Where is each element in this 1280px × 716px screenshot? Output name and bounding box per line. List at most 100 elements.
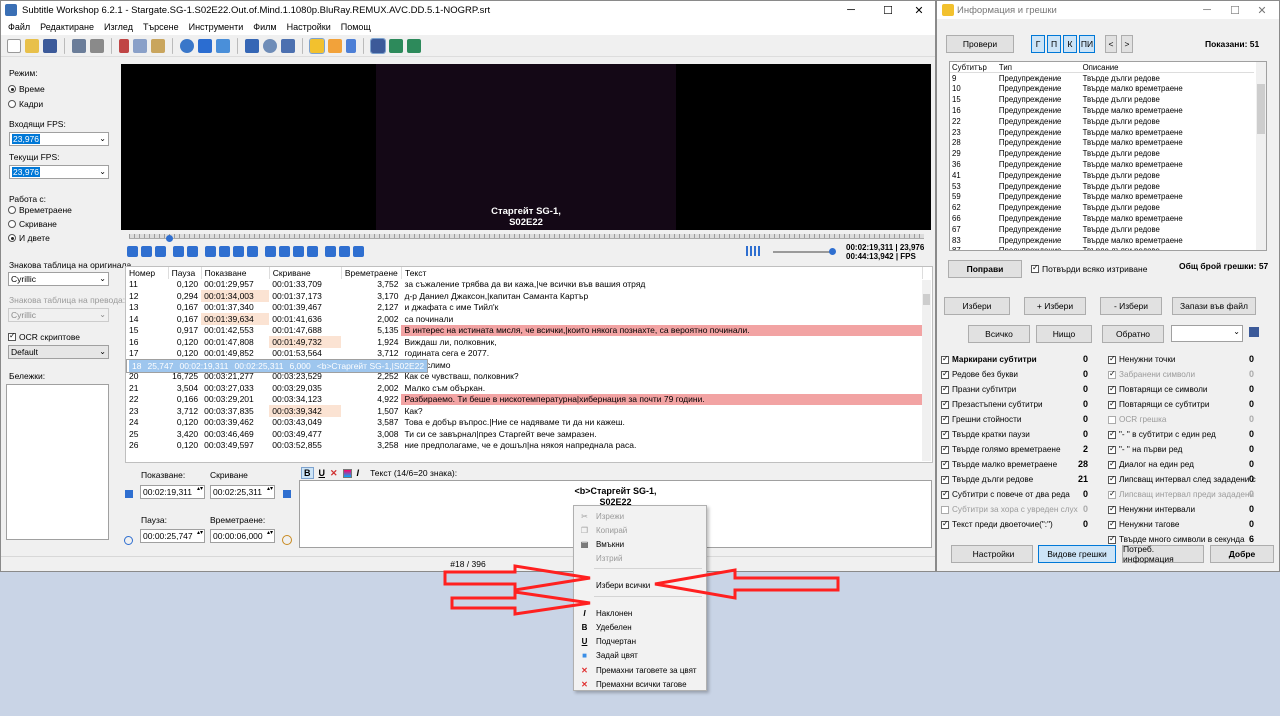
- info-icon[interactable]: [328, 38, 342, 53]
- table-row[interactable]: 13 0,167 00:01:37,340 00:01:39,467 2,127 и дж…: [126, 302, 923, 314]
- ok-button[interactable]: Добре: [1210, 545, 1274, 563]
- select-button[interactable]: Избери: [944, 297, 1010, 315]
- charset-original-select[interactable]: Cyrillic ⌄: [8, 272, 109, 286]
- menu-item[interactable]: Инструменти: [184, 22, 249, 32]
- table-row[interactable]: 16 0,120 00:01:47,808 00:01:49,732 1,924 Вижд…: [126, 336, 923, 348]
- mode-time-radio[interactable]: Време: [8, 84, 45, 94]
- error-type-checkbox[interactable]: Твърде кратки паузи: [941, 429, 1030, 439]
- bold-icon[interactable]: B: [301, 467, 314, 479]
- table-row[interactable]: 22 0,166 00:03:29,201 00:03:34,123 4,922 Разб…: [126, 393, 923, 405]
- minimize-button[interactable]: ─: [831, 1, 871, 19]
- error-row[interactable]: 41 Предупреждение Твърде дълги редове: [950, 170, 1254, 181]
- ocr-checkbox[interactable]: OCR скриптове: [8, 331, 80, 342]
- error-row[interactable]: 28 Предупреждение Твърде малко времетраене: [950, 138, 1254, 149]
- check-button[interactable]: Провери: [946, 35, 1014, 53]
- speed-1-icon[interactable]: [325, 246, 336, 257]
- video-seekbar[interactable]: [129, 234, 924, 239]
- paste-icon[interactable]: [151, 38, 165, 53]
- context-menu-item[interactable]: ▤ Вмъкни: [574, 538, 706, 551]
- close-button[interactable]: ✕: [899, 1, 939, 19]
- error-type-checkbox[interactable]: Твърде малко времетраене: [941, 459, 1057, 469]
- next-arrow-button[interactable]: >: [1121, 35, 1133, 53]
- error-list-scroll-thumb[interactable]: [1257, 84, 1265, 134]
- show-time-input[interactable]: 00:02:19,311: [140, 485, 205, 499]
- context-menu-item[interactable]: U Подчертан: [574, 635, 706, 648]
- underline-icon[interactable]: U: [319, 468, 326, 478]
- grid-column-header[interactable]: Скриване: [269, 267, 342, 279]
- error-column-header[interactable]: Тип: [996, 62, 1081, 74]
- next-frame-icon[interactable]: [233, 246, 244, 257]
- end-subtitle-icon[interactable]: [307, 246, 318, 257]
- pause-icon[interactable]: [141, 246, 152, 257]
- cut-icon[interactable]: [119, 38, 129, 53]
- error-type-checkbox[interactable]: Твърде много символи в секунда: [1108, 534, 1245, 544]
- pause-input[interactable]: 00:00:25,747: [140, 529, 205, 543]
- stop-icon[interactable]: [155, 246, 166, 257]
- error-row[interactable]: 16 Предупреждение Твърде малко времетраене: [950, 105, 1254, 116]
- error-column-header[interactable]: Описание: [1080, 62, 1254, 74]
- error-type-checkbox[interactable]: Липсващ интервал след зададени с: [1108, 474, 1256, 484]
- text-icon[interactable]: [198, 38, 212, 53]
- current-fps-select[interactable]: 23,976 ⌄: [9, 165, 109, 179]
- error-row[interactable]: 66 Предупреждение Твърде малко времетраене: [950, 213, 1254, 224]
- volume-thumb[interactable]: [829, 248, 836, 255]
- forward-icon[interactable]: [187, 246, 198, 257]
- error-type-checkbox[interactable]: Субтитри с повече от два реда: [941, 489, 1070, 499]
- grid-column-header[interactable]: Показване: [201, 267, 270, 279]
- error-type-checkbox[interactable]: Маркирани субтитри: [941, 354, 1037, 364]
- work-duration-radio[interactable]: Времетраене: [8, 205, 72, 215]
- play-icon[interactable]: [127, 246, 138, 257]
- prev-subtitle-button[interactable]: [125, 490, 133, 498]
- error-row[interactable]: 83 Предупреждение Твърде малко времетраене: [950, 235, 1254, 246]
- table-row[interactable]: 18 25,747 00:02:19,311 00:02:25,311 6,000 <b>…: [126, 359, 429, 373]
- ocr-script-select[interactable]: Default ⌄: [8, 345, 109, 359]
- open-folder-icon[interactable]: [25, 38, 39, 53]
- info-close-button[interactable]: ✕: [1242, 1, 1280, 19]
- context-menu-item[interactable]: ✕ Премахни всички тагове: [574, 678, 706, 691]
- save-translation-icon[interactable]: [370, 37, 386, 54]
- menu-item[interactable]: Помощ: [336, 22, 376, 32]
- mode-frames-radio[interactable]: Кадри: [8, 99, 43, 109]
- error-type-checkbox[interactable]: Ненужни точки: [1108, 354, 1175, 364]
- menu-item[interactable]: Изглед: [99, 22, 138, 32]
- warning-icon[interactable]: [309, 37, 325, 54]
- close-icon[interactable]: ✕: [330, 468, 338, 479]
- translate-icon[interactable]: [216, 38, 230, 53]
- context-menu-item[interactable]: B Удебелен: [574, 621, 706, 634]
- set-end-icon[interactable]: [279, 246, 290, 257]
- grid-column-header[interactable]: Номер: [126, 267, 169, 279]
- error-row[interactable]: 29 Предупреждение Твърде дълги редове: [950, 148, 1254, 159]
- error-type-checkbox[interactable]: Празни субтитри: [941, 384, 1016, 394]
- menu-item[interactable]: Редактиране: [35, 22, 99, 32]
- hide-time-input[interactable]: 00:02:25,311: [210, 485, 275, 499]
- notes-textarea[interactable]: [6, 384, 109, 540]
- error-row[interactable]: 62 Предупреждение Твърде дълги редове: [950, 202, 1254, 213]
- video-snapshot-icon[interactable]: [407, 38, 421, 53]
- error-row[interactable]: 22 Предупреждение Твърде дълги редове: [950, 116, 1254, 127]
- error-type-checkbox[interactable]: Повтарящи се символи: [1108, 384, 1208, 394]
- error-type-checkbox[interactable]: Редове без букви: [941, 369, 1018, 379]
- pascal-icon[interactable]: [346, 38, 356, 53]
- grid-column-header[interactable]: Пауза: [168, 267, 202, 279]
- work-hide-radio[interactable]: Скриване: [8, 219, 57, 229]
- error-type-checkbox[interactable]: Повтарящи се субтитри: [1108, 399, 1209, 409]
- error-row[interactable]: 59 Предупреждение Твърде малко времетраене: [950, 192, 1254, 203]
- new-file-icon[interactable]: [7, 38, 21, 53]
- save-icon[interactable]: [43, 38, 57, 53]
- grid-column-header[interactable]: Времетраене: [341, 267, 402, 279]
- error-type-checkbox[interactable]: Твърде дълги редове: [941, 474, 1033, 484]
- error-row[interactable]: 23 Предупреждение Твърде малко времетраене: [950, 127, 1254, 138]
- save-as-icon[interactable]: [72, 38, 86, 53]
- filter-button[interactable]: Г: [1031, 35, 1045, 53]
- error-row[interactable]: 9 Предупреждение Твърде дълги редове: [950, 73, 1254, 84]
- confirm-delete-checkbox[interactable]: Потвърди всяко изтриване: [1031, 263, 1147, 274]
- video-preview-icon[interactable]: [389, 38, 403, 53]
- context-menu-item[interactable]: Избери всички: [574, 579, 706, 592]
- grid-scroll-thumb[interactable]: [923, 294, 930, 305]
- error-type-checkbox[interactable]: Твърде голямо времетраене: [941, 444, 1061, 454]
- speed-5-icon[interactable]: [353, 246, 364, 257]
- plus-select-button[interactable]: + Избери: [1024, 297, 1086, 315]
- table-row[interactable]: 25 3,420 00:03:46,469 00:03:49,477 3,008 Ти с…: [126, 428, 923, 440]
- preset-select[interactable]: ⌄: [1171, 325, 1243, 342]
- table-row[interactable]: 23 3,712 00:03:37,835 00:03:39,342 1,507 Как?: [126, 405, 923, 417]
